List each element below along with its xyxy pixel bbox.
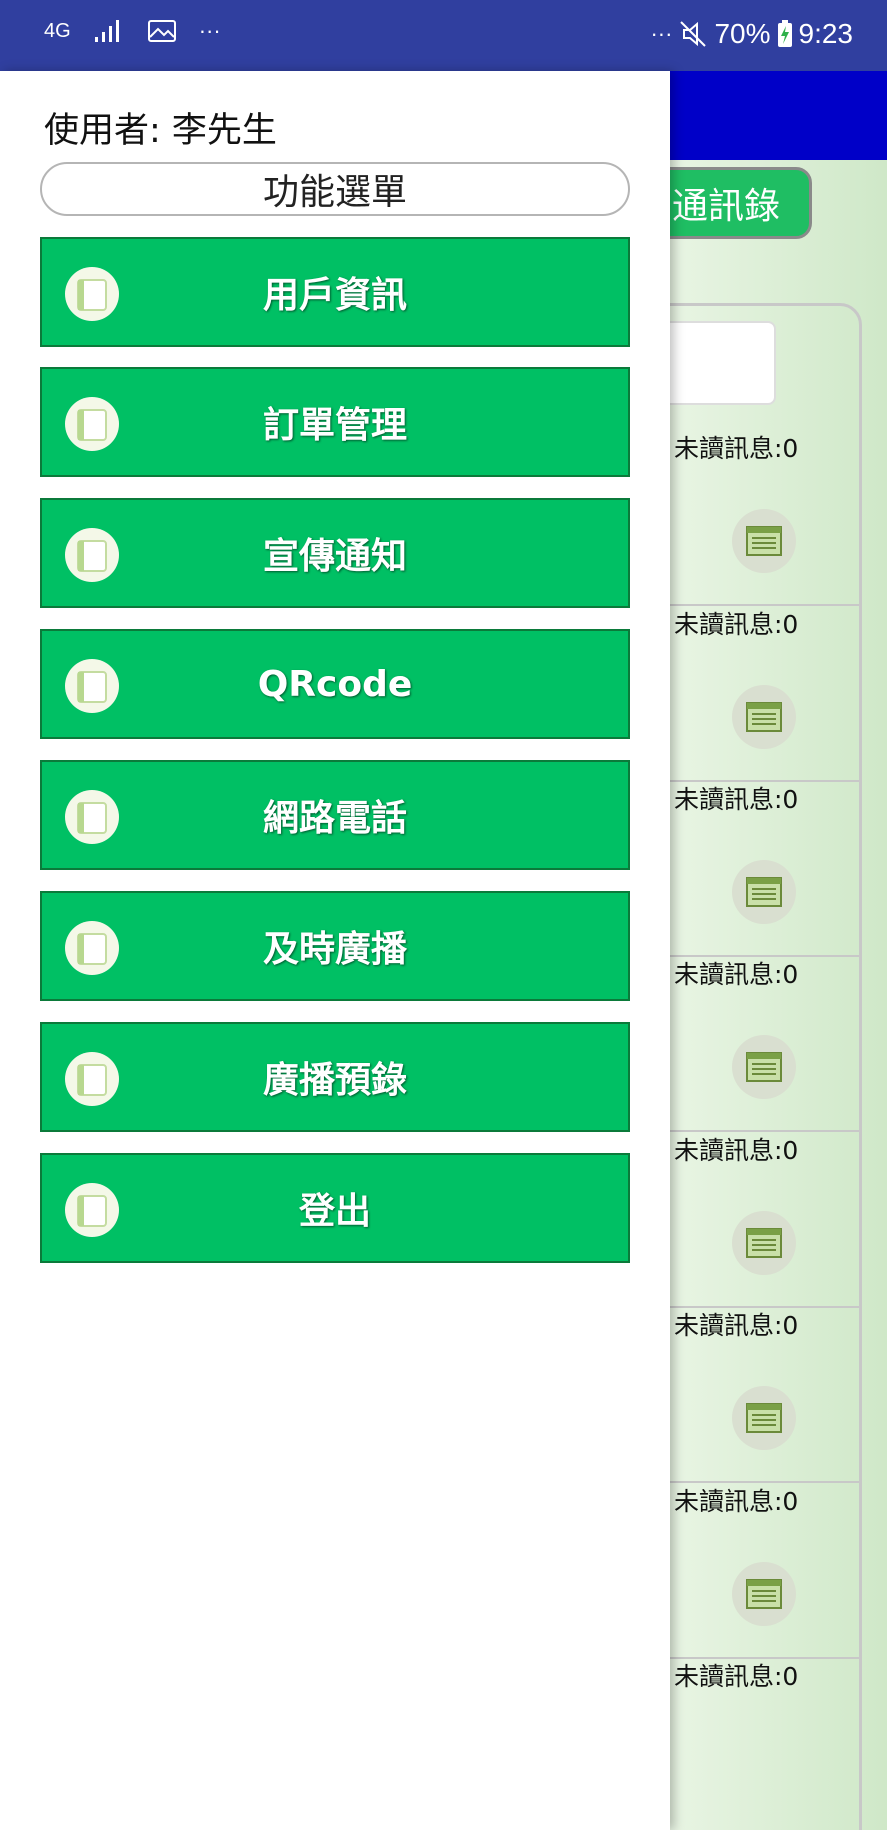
unread-count: 未讀訊息:0 — [674, 785, 799, 814]
folder-icon — [64, 1182, 120, 1238]
folder-icon — [64, 527, 120, 583]
folder-icon — [64, 920, 120, 976]
menu-item-label: QRcode — [257, 663, 413, 705]
unread-count: 未讀訊息:0 — [674, 610, 799, 639]
menu-item-order-management[interactable]: 訂單管理 — [40, 367, 630, 477]
list-item[interactable]: 未讀訊息:0 — [640, 1482, 862, 1659]
menu-item-logout[interactable]: 登出 — [40, 1153, 630, 1263]
signal-icon — [93, 19, 125, 43]
unread-count: 未讀訊息:0 — [674, 434, 799, 463]
unread-count: 未讀訊息:0 — [674, 1662, 799, 1691]
image-icon — [147, 19, 177, 43]
folder-icon — [64, 396, 120, 452]
unread-count: 未讀訊息:0 — [674, 960, 799, 989]
menu-item-qrcode[interactable]: QRcode — [40, 629, 630, 739]
unread-count: 未讀訊息:0 — [674, 1311, 799, 1340]
document-list-icon[interactable] — [732, 1035, 796, 1099]
document-list-icon[interactable] — [732, 1211, 796, 1275]
menu-item-prerecorded-broadcast[interactable]: 廣播預錄 — [40, 1022, 630, 1132]
folder-icon — [64, 1051, 120, 1107]
navigation-drawer: 使用者: 李先生 功能選單 用戶資訊 訂單管理 宣傳通知 QRcode 網路電話… — [0, 71, 670, 1830]
mute-icon — [678, 19, 708, 49]
list-item[interactable]: 未讀訊息:0 — [640, 605, 862, 782]
document-list-icon[interactable] — [732, 509, 796, 573]
unread-count: 未讀訊息:0 — [674, 1487, 799, 1516]
list-item[interactable]: 未讀訊息:0 — [640, 1657, 862, 1830]
menu-item-label: 廣播預錄 — [262, 1060, 407, 1101]
menu-item-label: 登出 — [298, 1191, 371, 1232]
battery-charging-icon — [777, 20, 793, 48]
document-list-icon[interactable] — [732, 685, 796, 749]
menu-item-voip[interactable]: 網路電話 — [40, 760, 630, 870]
folder-icon — [64, 266, 120, 322]
search-input[interactable] — [652, 321, 776, 405]
unread-count: 未讀訊息:0 — [674, 1136, 799, 1165]
list-item[interactable]: 未讀訊息:0 — [640, 1131, 862, 1308]
list-item[interactable]: 未讀訊息:0 — [640, 1306, 862, 1483]
menu-item-label: 網路電話 — [262, 798, 407, 839]
status-bar: 4G ··· ··· 70% 9:23 — [0, 0, 887, 71]
menu-item-promo-notice[interactable]: 宣傳通知 — [40, 498, 630, 608]
menu-item-label: 宣傳通知 — [262, 536, 407, 577]
clock: 9:23 — [798, 18, 854, 49]
list-item[interactable]: 未讀訊息:0 — [640, 780, 862, 957]
menu-item-label: 訂單管理 — [262, 405, 407, 446]
list-item[interactable]: 未讀訊息:0 — [640, 955, 862, 1132]
document-list-icon[interactable] — [732, 1386, 796, 1450]
menu-item-live-broadcast[interactable]: 及時廣播 — [40, 891, 630, 1001]
document-list-icon[interactable] — [732, 860, 796, 924]
more-indicator-left: ··· — [198, 18, 221, 43]
user-label: 使用者: 李先生 — [44, 111, 277, 151]
battery-percent: 70% — [714, 18, 771, 49]
more-indicator-right: ··· — [650, 21, 673, 46]
menu-title: 功能選單 — [40, 162, 630, 216]
list-item[interactable]: 未讀訊息:0 — [640, 429, 862, 606]
menu-item-label: 及時廣播 — [262, 929, 407, 970]
folder-icon — [64, 658, 120, 714]
menu-item-user-info[interactable]: 用戶資訊 — [40, 237, 630, 347]
network-type: 4G — [44, 19, 71, 42]
folder-icon — [64, 789, 120, 845]
document-list-icon[interactable] — [732, 1562, 796, 1626]
menu-item-label: 用戶資訊 — [262, 275, 407, 316]
